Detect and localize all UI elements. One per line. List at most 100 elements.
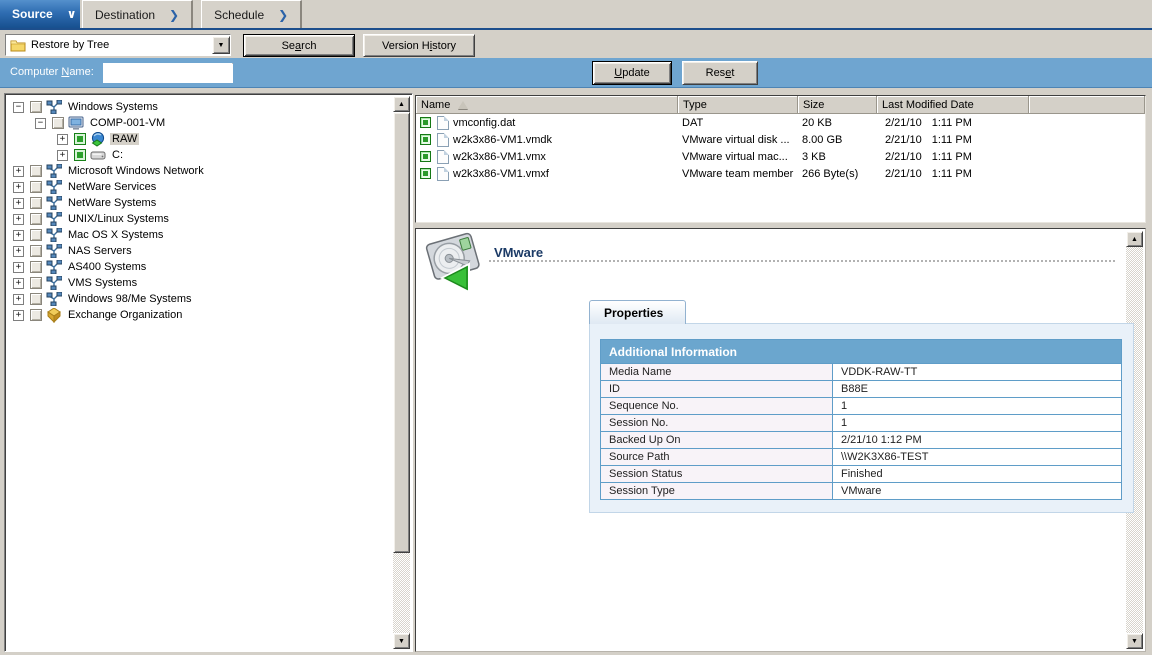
scroll-down-button[interactable]: ▼	[1126, 633, 1143, 649]
tree-item-label[interactable]: Microsoft Windows Network	[66, 165, 206, 177]
tree-item[interactable]: + VMS Systems	[13, 275, 393, 291]
chevron-down-icon: ∨	[67, 7, 77, 21]
tree-item-label[interactable]: COMP-001-VM	[88, 117, 167, 129]
tree-item-label[interactable]: RAW	[110, 133, 139, 145]
expand-toggle-icon[interactable]: +	[13, 310, 24, 321]
file-name[interactable]: w2k3x86-VM1.vmx	[453, 151, 546, 163]
file-checkbox[interactable]	[420, 117, 431, 128]
expand-toggle-icon[interactable]: +	[13, 262, 24, 273]
tree-checkbox[interactable]	[30, 213, 42, 225]
file-size: 266 Byte(s)	[798, 168, 877, 180]
file-type: DAT	[678, 117, 798, 129]
tree-checkbox[interactable]	[30, 261, 42, 273]
tab-destination[interactable]: Destination ❯	[82, 0, 193, 28]
file-checkbox[interactable]	[420, 134, 431, 145]
file-row[interactable]: w2k3x86-VM1.vmxfVMware team member266 By…	[416, 165, 1145, 182]
file-row[interactable]: w2k3x86-VM1.vmdkVMware virtual disk ...8…	[416, 131, 1145, 148]
tab-properties[interactable]: Properties	[589, 300, 686, 324]
tree-item-label[interactable]: NetWare Services	[66, 181, 158, 193]
tree-item[interactable]: + C:	[13, 147, 393, 163]
tree-item-label[interactable]: Exchange Organization	[66, 309, 184, 321]
search-button[interactable]: Search	[243, 34, 355, 57]
tree-checkbox[interactable]	[74, 149, 86, 161]
scroll-down-button[interactable]: ▼	[393, 633, 410, 649]
file-checkbox[interactable]	[420, 168, 431, 179]
version-history-button[interactable]: Version History	[363, 34, 475, 57]
tree-item[interactable]: − COMP-001-VM	[13, 115, 393, 131]
tree-checkbox[interactable]	[52, 117, 64, 129]
tree-item-label[interactable]: C:	[110, 149, 125, 161]
expand-toggle-icon[interactable]: −	[13, 102, 24, 113]
tab-schedule[interactable]: Schedule ❯	[201, 0, 302, 28]
column-header-last-modified[interactable]: Last Modified Date	[877, 96, 1029, 114]
tree-item-label[interactable]: AS400 Systems	[66, 261, 148, 273]
expand-toggle-icon[interactable]: −	[35, 118, 46, 129]
tree-item-label[interactable]: Windows 98/Me Systems	[66, 293, 193, 305]
file-type: VMware virtual disk ...	[678, 134, 798, 146]
column-header-type[interactable]: Type	[678, 96, 798, 114]
scroll-up-button[interactable]: ▲	[1126, 231, 1143, 247]
tree-item-label[interactable]: NAS Servers	[66, 245, 134, 257]
toolbar: Restore by Tree ▼ Search Version History	[0, 30, 1152, 58]
tree-item[interactable]: − Windows Systems	[13, 99, 393, 115]
tree-item[interactable]: + Windows 98/Me Systems	[13, 291, 393, 307]
tree-item[interactable]: + Mac OS X Systems	[13, 227, 393, 243]
network-icon	[46, 292, 62, 306]
expand-toggle-icon[interactable]: +	[13, 182, 24, 193]
expand-toggle-icon[interactable]: +	[13, 198, 24, 209]
file-name[interactable]: w2k3x86-VM1.vmdk	[453, 134, 552, 146]
tree-vertical-scrollbar[interactable]: ▲ ▼	[393, 96, 410, 649]
tree-item[interactable]: + NetWare Services	[13, 179, 393, 195]
file-time: 1:11 PM	[932, 168, 972, 180]
tree-item-label[interactable]: Mac OS X Systems	[66, 229, 165, 241]
column-header-size[interactable]: Size	[798, 96, 877, 114]
network-icon	[46, 164, 62, 178]
tree-item-label[interactable]: Windows Systems	[66, 101, 160, 113]
dropdown-arrow-button[interactable]: ▼	[212, 36, 230, 54]
tree-checkbox[interactable]	[30, 101, 42, 113]
tree-checkbox[interactable]	[30, 165, 42, 177]
tree-checkbox[interactable]	[30, 277, 42, 289]
restore-mode-dropdown[interactable]: Restore by Tree ▼	[5, 34, 231, 56]
update-button[interactable]: Update	[592, 61, 672, 85]
reset-button[interactable]: Reset	[682, 61, 758, 85]
file-name[interactable]: vmconfig.dat	[453, 117, 515, 129]
scrollbar-thumb[interactable]	[393, 112, 410, 553]
tree-item[interactable]: + RAW	[13, 131, 393, 147]
expand-toggle-icon[interactable]: +	[13, 246, 24, 257]
tree-item[interactable]: + UNIX/Linux Systems	[13, 211, 393, 227]
tree-item[interactable]: + Exchange Organization	[13, 307, 393, 323]
expand-toggle-icon[interactable]: +	[57, 150, 68, 161]
file-name[interactable]: w2k3x86-VM1.vmxf	[453, 168, 549, 180]
column-header-name[interactable]: Name	[416, 96, 678, 114]
tree-checkbox[interactable]	[74, 133, 86, 145]
tree-item-label[interactable]: UNIX/Linux Systems	[66, 213, 171, 225]
tree-checkbox[interactable]	[30, 197, 42, 209]
file-row[interactable]: w2k3x86-VM1.vmxVMware virtual mac...3 KB…	[416, 148, 1145, 165]
tree-checkbox[interactable]	[30, 181, 42, 193]
file-row[interactable]: vmconfig.datDAT20 KB2/21/101:11 PM	[416, 114, 1145, 131]
source-tree-panel: − Windows Systems − COMP-001-VM + RAW + C: + Micr…	[4, 93, 413, 652]
tree-item-label[interactable]: NetWare Systems	[66, 197, 158, 209]
scroll-up-button[interactable]: ▲	[393, 96, 410, 112]
computer-name-input[interactable]	[103, 63, 232, 83]
expand-toggle-icon[interactable]: +	[13, 294, 24, 305]
tree-item[interactable]: + NAS Servers	[13, 243, 393, 259]
tree-checkbox[interactable]	[30, 229, 42, 241]
file-time: 1:11 PM	[932, 151, 972, 163]
expand-toggle-icon[interactable]: +	[57, 134, 68, 145]
expand-toggle-icon[interactable]: +	[13, 214, 24, 225]
expand-toggle-icon[interactable]: +	[13, 230, 24, 241]
tree-item[interactable]: + NetWare Systems	[13, 195, 393, 211]
expand-toggle-icon[interactable]: +	[13, 166, 24, 177]
expand-toggle-icon[interactable]: +	[13, 278, 24, 289]
tree-item[interactable]: + AS400 Systems	[13, 259, 393, 275]
tree-checkbox[interactable]	[30, 309, 42, 321]
file-time: 1:11 PM	[932, 117, 972, 129]
tree-item[interactable]: + Microsoft Windows Network	[13, 163, 393, 179]
tree-checkbox[interactable]	[30, 293, 42, 305]
tab-source[interactable]: Source ∨	[0, 0, 80, 28]
file-checkbox[interactable]	[420, 151, 431, 162]
tree-item-label[interactable]: VMS Systems	[66, 277, 139, 289]
tree-checkbox[interactable]	[30, 245, 42, 257]
